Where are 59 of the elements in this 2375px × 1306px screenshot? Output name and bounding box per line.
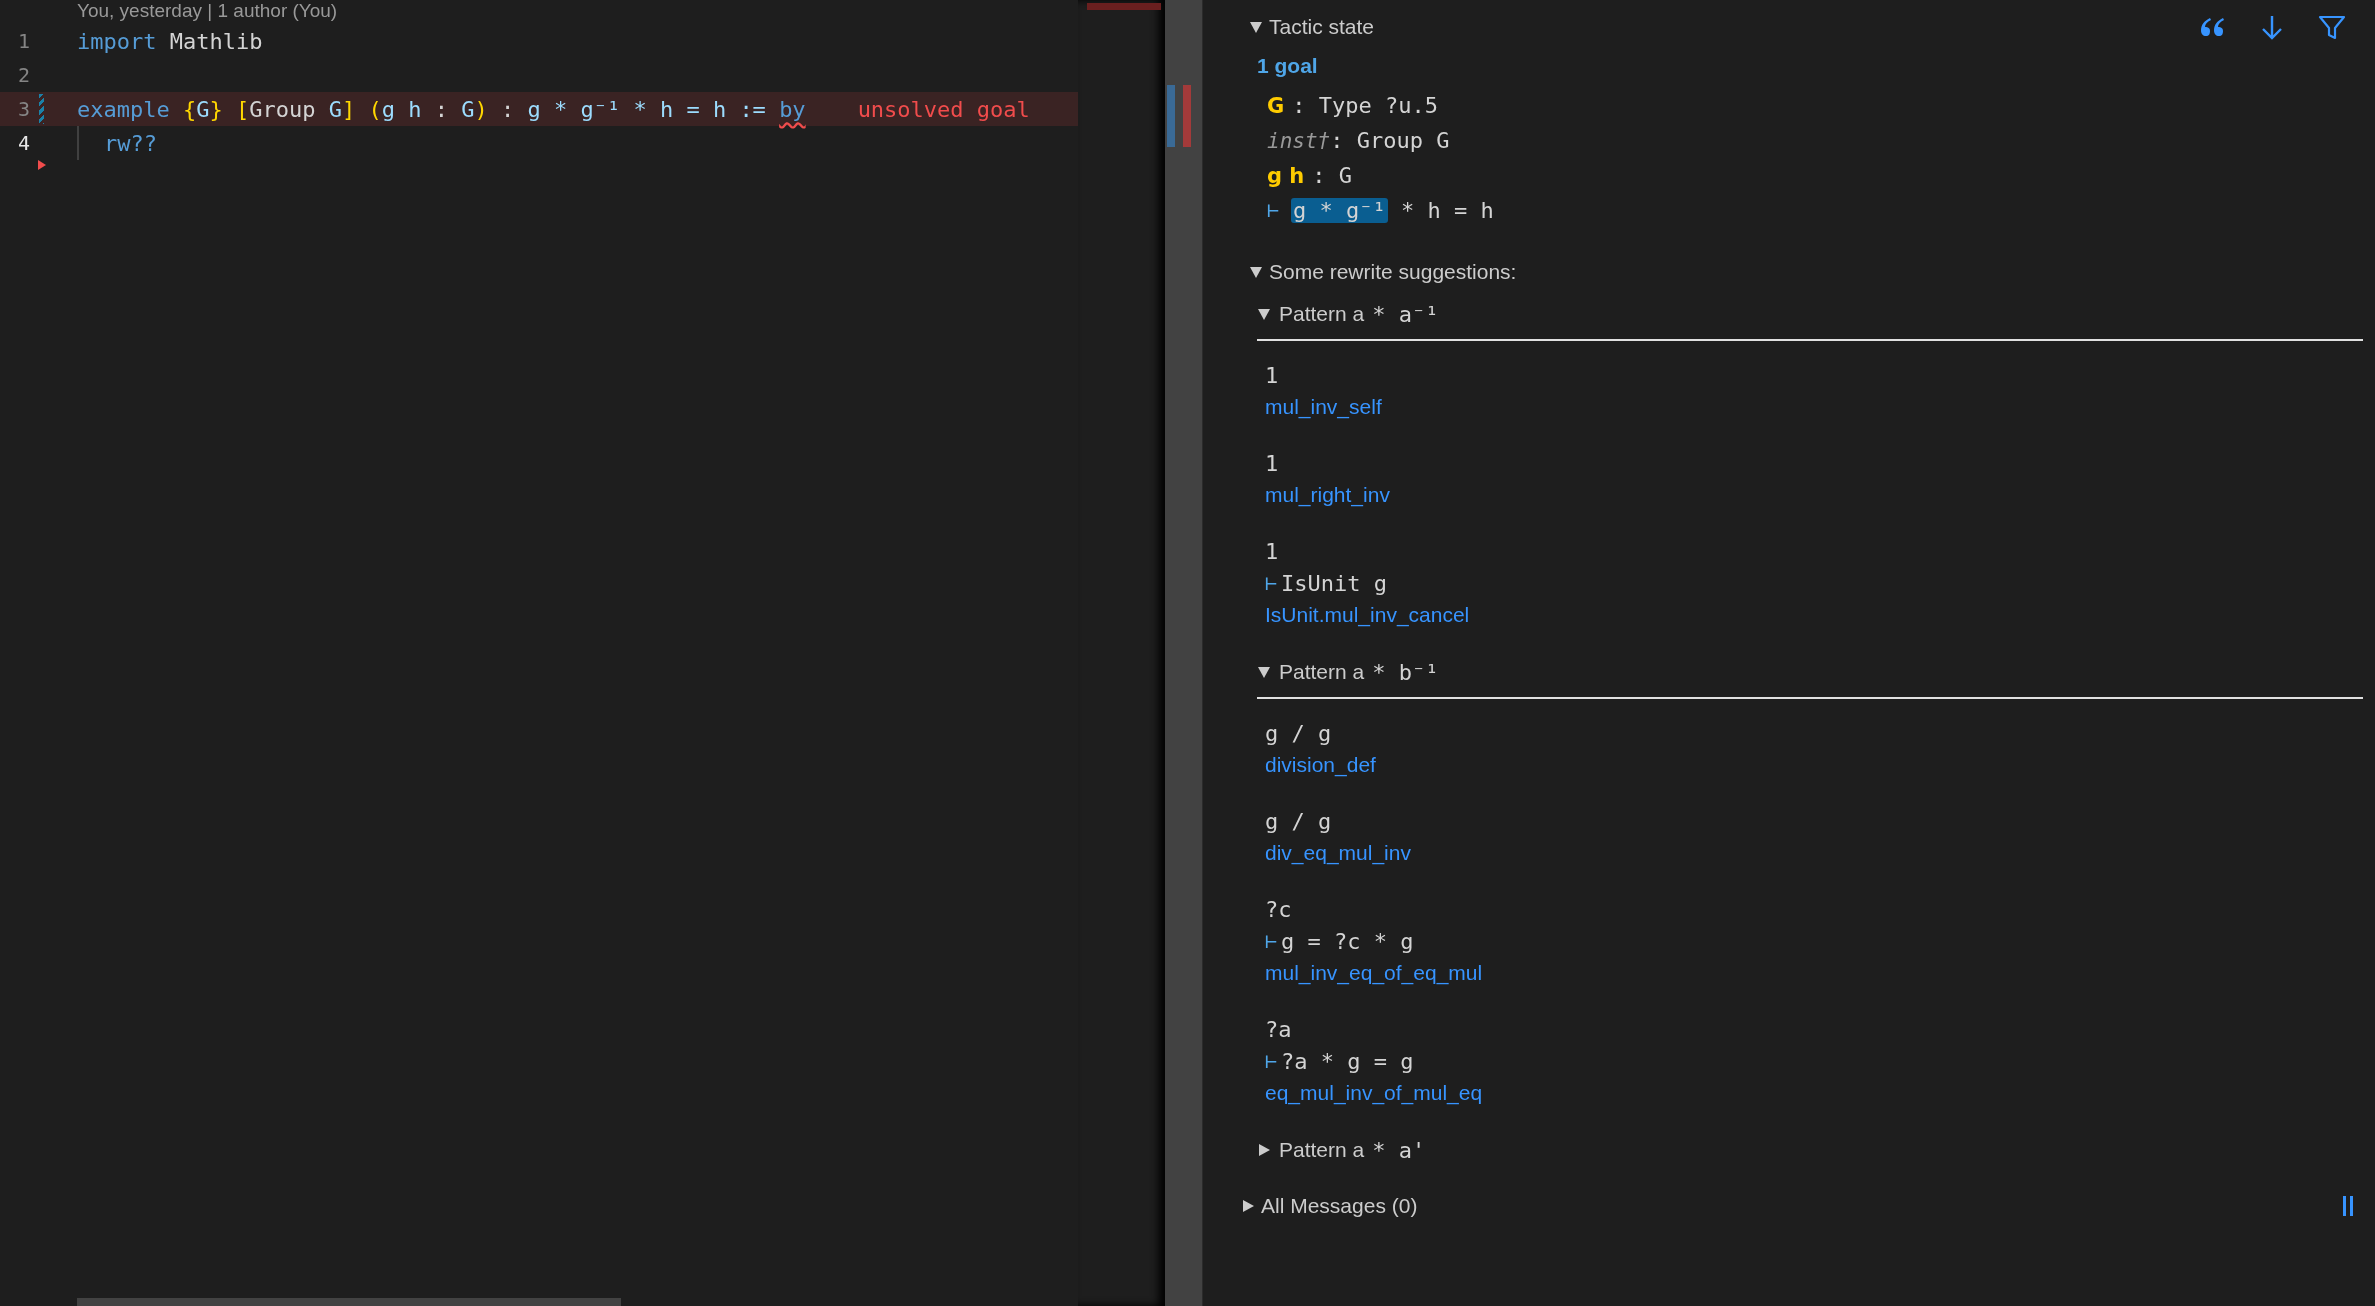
horizontal-scrollbar[interactable] [77, 1298, 621, 1306]
hypothesis-name: G [1267, 93, 1285, 118]
lemma-link[interactable]: mul_inv_eq_of_eq_mul [1265, 957, 1483, 989]
code-line: rw?? [104, 130, 157, 156]
scrollbar-error-marker [1183, 85, 1191, 147]
rewrite-result: 1 [1265, 362, 1279, 388]
expanded-triangle-icon[interactable] [1249, 265, 1263, 279]
pattern-expression: * a⁻¹ [1372, 301, 1439, 327]
goal-count: 1 goal [1257, 54, 1319, 78]
lemma-link[interactable]: mul_right_inv [1265, 479, 1390, 511]
scrollbar-change-marker [1167, 85, 1175, 147]
lemma-link[interactable]: IsUnit.mul_inv_cancel [1265, 599, 1470, 631]
hypothesis-name: inst† [1267, 128, 1331, 153]
vertical-scrollbar[interactable] [1165, 0, 1202, 1306]
rewrite-result: 1 [1265, 538, 1279, 564]
hypothesis-type: : G [1312, 163, 1353, 188]
hypothesis-name: g h [1267, 163, 1305, 188]
code-line: import Mathlib [77, 28, 263, 54]
line-number: 1 [16, 29, 30, 53]
pattern-expression: * b⁻¹ [1372, 659, 1439, 685]
pattern-label[interactable]: Pattern a [1279, 660, 1365, 684]
line-number: 2 [16, 63, 30, 87]
pattern-expression: * a' [1372, 1137, 1426, 1163]
rewrite-result: 1 [1265, 450, 1279, 476]
lemma-link[interactable]: mul_inv_self [1265, 391, 1382, 423]
line-number: 3 [16, 97, 30, 121]
line-number: 4 [16, 131, 30, 155]
rewrite-result: g / g [1265, 808, 1332, 834]
pattern-label[interactable]: Pattern a [1279, 1138, 1365, 1162]
rewrite-result: ?c [1265, 896, 1292, 922]
side-goal-expression: ?a * g = g [1281, 1048, 1414, 1074]
turnstile-symbol: ⊢ [1267, 198, 1280, 222]
code-line: example {G} [Group G] (g h : G) : g * g⁻¹ * h = h := by [77, 96, 806, 122]
expanded-triangle-icon[interactable] [1249, 20, 1263, 34]
section-title[interactable]: All Messages (0) [1261, 1194, 1418, 1218]
turnstile-symbol: ⊢ [1265, 571, 1278, 595]
lemma-link[interactable]: div_eq_mul_inv [1265, 837, 1411, 869]
highlighted-subterm[interactable]: g * g⁻¹ [1291, 197, 1388, 223]
inline-error-message: unsolved goal [857, 96, 1030, 122]
turnstile-symbol: ⊢ [1265, 929, 1278, 953]
pause-icon[interactable] [2341, 1196, 2355, 1216]
hypothesis-type: : Group G [1330, 128, 1450, 153]
side-goal-expression: g = ?c * g [1281, 928, 1414, 954]
section-title[interactable]: Some rewrite suggestions: [1269, 260, 1517, 284]
turnstile-symbol: ⊢ [1265, 1049, 1278, 1073]
lemma-link[interactable]: eq_mul_inv_of_mul_eq [1265, 1077, 1483, 1109]
codelens-blame[interactable]: You, yesterday | 1 author (You) [77, 0, 1078, 24]
side-goal-expression: IsUnit g [1281, 570, 1387, 596]
lemma-link[interactable]: division_def [1265, 749, 1376, 781]
collapsed-triangle-icon[interactable] [1257, 1143, 1271, 1157]
goal-expression: * h = h [1400, 197, 1494, 223]
pattern-label[interactable]: Pattern a [1279, 302, 1365, 326]
section-title[interactable]: Tactic state [1269, 15, 1375, 39]
rewrite-result: ?a [1265, 1016, 1292, 1042]
expanded-triangle-icon[interactable] [1257, 665, 1271, 679]
hypothesis-type: : Type ?u.5 [1292, 93, 1438, 118]
collapsed-triangle-icon[interactable] [1241, 1199, 1255, 1213]
rewrite-result: g / g [1265, 720, 1332, 746]
expanded-triangle-icon[interactable] [1257, 307, 1271, 321]
